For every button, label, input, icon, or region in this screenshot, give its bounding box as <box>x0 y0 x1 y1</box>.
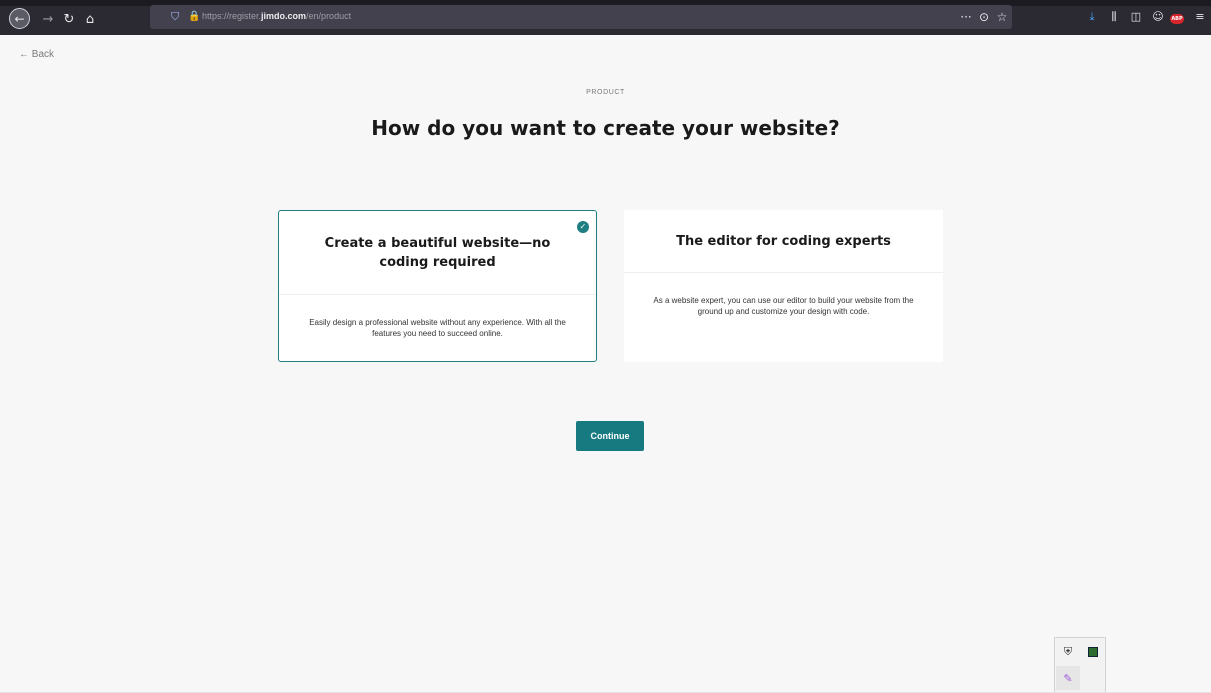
continue-button[interactable]: Continue <box>576 421 644 451</box>
extension-square-icon[interactable] <box>1081 640 1105 664</box>
extension-shield-icon[interactable]: ⛨ <box>1056 640 1080 664</box>
lock-icon[interactable]: 🔒 <box>188 10 200 24</box>
extension-square-glyph <box>1088 647 1098 657</box>
option-description: As a website expert, you can use our edi… <box>653 296 914 316</box>
home-icon[interactable]: ⌂ <box>80 9 100 29</box>
option-title: Create a beautiful website—no coding req… <box>279 211 596 295</box>
adblock-icon[interactable]: ABP <box>1169 9 1185 25</box>
option-description: Easily design a professional website wit… <box>309 318 566 338</box>
page-actions-icon[interactable]: ··· <box>958 9 974 25</box>
extension-pen-icon[interactable]: ✎ <box>1056 666 1080 690</box>
back-link[interactable]: ← Back <box>19 49 54 60</box>
account-icon[interactable]: ☺ <box>1150 9 1166 25</box>
library-icon[interactable]: ⫼ <box>1106 9 1122 25</box>
page-title: How do you want to create your website? <box>371 116 840 140</box>
forward-arrow-icon[interactable]: → <box>38 9 58 29</box>
url-path: /en/product <box>306 11 352 21</box>
option-card-no-coding[interactable]: ✓ Create a beautiful website—no coding r… <box>278 210 597 362</box>
hamburger-menu-icon[interactable]: ≡ <box>1192 9 1208 25</box>
download-icon[interactable]: ⤓ <box>1084 9 1100 25</box>
tracking-shield-icon[interactable]: ⛉ <box>171 10 183 24</box>
pocket-icon[interactable]: ⊙ <box>976 9 992 25</box>
back-arrow-icon[interactable]: ← <box>9 8 30 29</box>
bookmark-star-icon[interactable]: ☆ <box>994 9 1010 25</box>
extension-popup: ⛨ ✎ <box>1054 637 1106 693</box>
url-text[interactable]: https://register.jimdo.com/en/product <box>202 11 351 21</box>
check-icon: ✓ <box>577 221 589 233</box>
url-prefix: https://register. <box>202 11 262 21</box>
step-eyebrow: PRODUCT <box>586 89 625 96</box>
sidebar-icon[interactable]: ◫ <box>1128 9 1144 25</box>
reload-icon[interactable]: ↻ <box>59 9 79 29</box>
option-title: The editor for coding experts <box>624 210 943 273</box>
option-card-coding-experts[interactable]: The editor for coding experts As a websi… <box>624 210 943 362</box>
adblock-badge: ABP <box>1170 14 1184 24</box>
url-domain: jimdo.com <box>261 11 307 21</box>
